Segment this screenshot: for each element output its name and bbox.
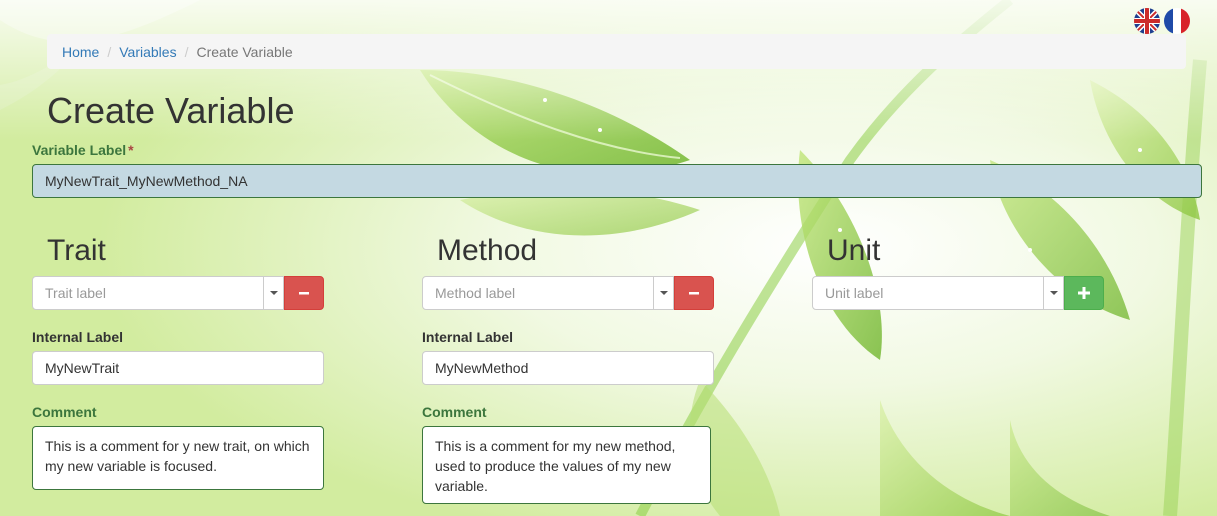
french-flag-icon[interactable] [1164, 8, 1190, 34]
unit-select[interactable] [812, 276, 1064, 310]
variable-label-text: Variable Label [32, 142, 127, 158]
chevron-down-icon[interactable] [653, 277, 673, 309]
method-comment-textarea[interactable]: This is a comment for my new method, use… [422, 426, 711, 504]
breadcrumb-home-link[interactable]: Home [62, 44, 99, 60]
english-flag-icon[interactable] [1134, 8, 1160, 34]
required-asterisk: * [128, 142, 134, 158]
trait-heading: Trait [47, 234, 106, 267]
breadcrumb-separator: / [184, 43, 189, 60]
method-comment-caption: Comment [422, 404, 487, 420]
minus-icon [689, 292, 699, 295]
method-heading: Method [437, 234, 538, 267]
trait-comment-textarea[interactable]: This is a comment for y new trait, on wh… [32, 426, 324, 490]
method-label-input[interactable] [423, 277, 653, 309]
trait-comment-caption: Comment [32, 404, 97, 420]
breadcrumb-variables-link[interactable]: Variables [119, 44, 176, 60]
remove-method-button[interactable] [674, 276, 714, 310]
breadcrumb-separator: / [107, 43, 112, 60]
remove-trait-button[interactable] [284, 276, 324, 310]
unit-label-input[interactable] [813, 277, 1043, 309]
variable-label-caption: Variable Label * [32, 142, 134, 158]
method-internal-label-caption: Internal Label [422, 329, 514, 345]
language-switcher [1134, 8, 1190, 34]
breadcrumb-current: Create Variable [196, 43, 293, 60]
plus-icon [1078, 287, 1090, 299]
minus-icon [299, 292, 309, 295]
trait-label-input[interactable] [33, 277, 263, 309]
trait-internal-label-input[interactable]: MyNewTrait [32, 351, 324, 385]
variable-label-field[interactable]: MyNewTrait_MyNewMethod_NA [32, 164, 1202, 198]
page-title: Create Variable [47, 90, 295, 131]
create-variable-page: Home / Variables / Create Variable Creat… [0, 0, 1217, 516]
breadcrumb: Home / Variables / Create Variable [47, 34, 1186, 69]
method-internal-label-input[interactable]: MyNewMethod [422, 351, 714, 385]
trait-select[interactable] [32, 276, 284, 310]
unit-heading: Unit [827, 234, 881, 267]
chevron-down-icon[interactable] [1043, 277, 1063, 309]
add-unit-button[interactable] [1064, 276, 1104, 310]
chevron-down-icon[interactable] [263, 277, 283, 309]
trait-internal-label-caption: Internal Label [32, 329, 124, 345]
method-select[interactable] [422, 276, 674, 310]
